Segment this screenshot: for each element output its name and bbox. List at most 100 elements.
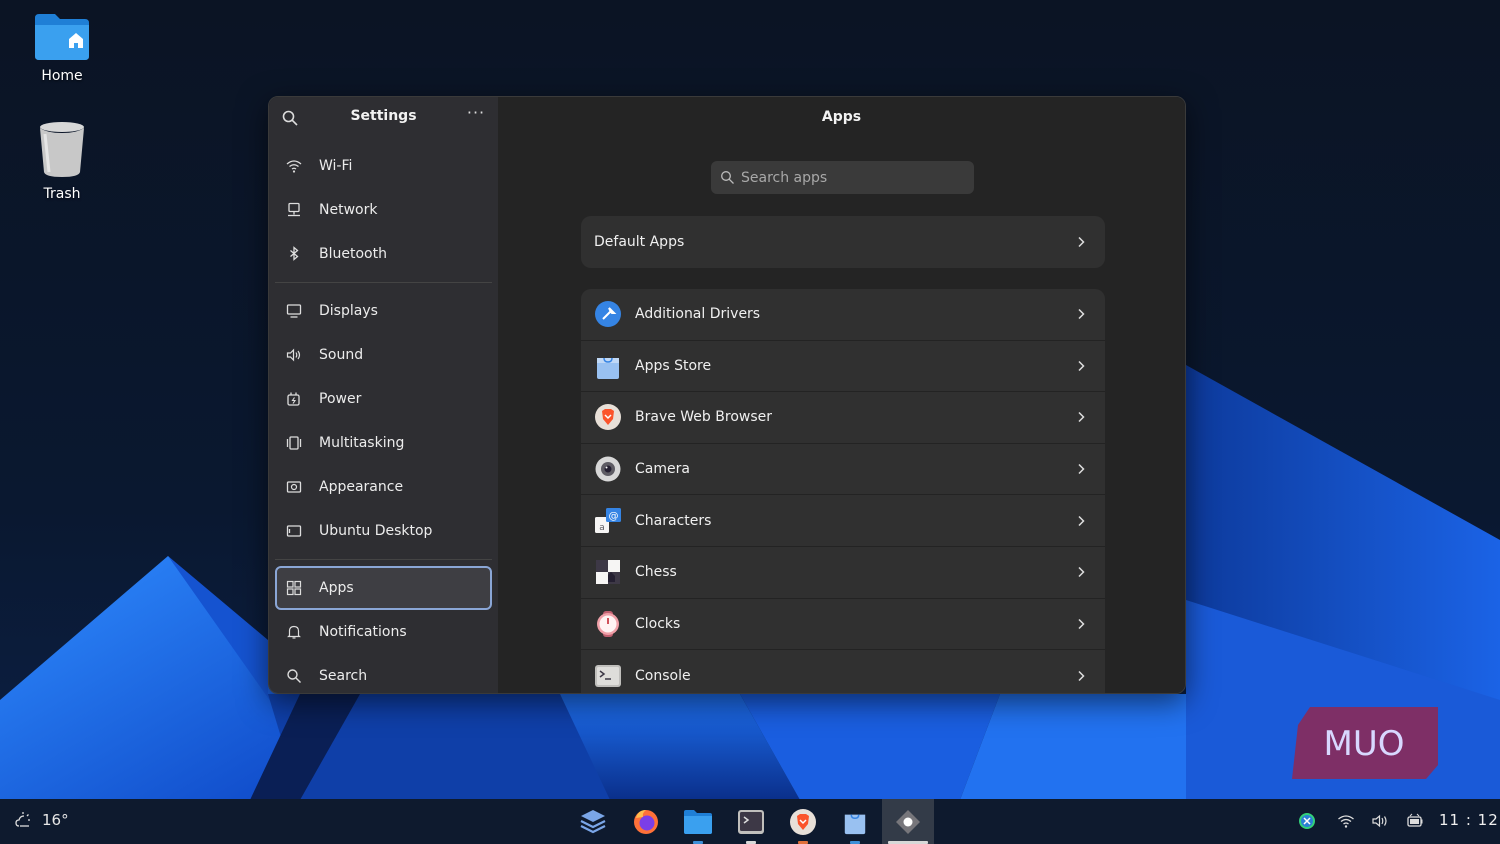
trash-icon	[40, 122, 84, 177]
desktop-icon-home[interactable]: Home	[17, 12, 107, 84]
ubuntu-desktop-icon	[286, 525, 302, 537]
sidebar-item-bluetooth[interactable]: Bluetooth	[275, 232, 492, 276]
row-label: Default Apps	[594, 233, 685, 250]
app-row-chess[interactable]: Chess	[581, 547, 1105, 599]
appearance-icon	[286, 481, 302, 493]
multitasking-icon	[286, 436, 302, 450]
files-icon	[684, 809, 712, 834]
muo-watermark-logo: MUO	[1292, 707, 1438, 779]
sidebar-item-label: Apps	[319, 580, 354, 596]
taskbar-app-files[interactable]	[672, 799, 724, 844]
taskbar-clock[interactable]: 11 : 12	[1439, 811, 1499, 829]
row-label: Characters	[635, 512, 712, 529]
desktop-icon-trash[interactable]: Trash	[17, 120, 107, 202]
sidebar-item-multitasking[interactable]: Multitasking	[275, 421, 492, 465]
chess-icon	[596, 560, 620, 585]
sidebar-item-label: Search	[319, 668, 368, 684]
chevron-right-icon	[1078, 309, 1085, 320]
sidebar-item-notifications[interactable]: Notifications	[275, 610, 492, 654]
firefox-icon	[634, 809, 658, 834]
row-label: Camera	[635, 461, 690, 478]
taskbar-app-layers[interactable]	[567, 799, 619, 844]
sidebar-item-power[interactable]: Power	[275, 377, 492, 421]
app-row-clocks[interactable]: Clocks	[581, 599, 1105, 651]
chevron-right-icon	[1078, 236, 1085, 247]
menu-icon[interactable]: ···	[466, 105, 486, 127]
taskbar-app-store[interactable]	[829, 799, 881, 844]
sidebar-item-label: Appearance	[319, 479, 404, 495]
sync-icon[interactable]	[1298, 812, 1316, 830]
sidebar-item-label: Multitasking	[319, 435, 405, 451]
svg-text:@: @	[609, 511, 619, 522]
desktop-icon-label: Home	[41, 68, 83, 84]
sidebar-item-ubuntu-desktop[interactable]: Ubuntu Desktop	[275, 509, 492, 553]
camera-icon	[595, 456, 621, 482]
network-icon	[288, 202, 300, 217]
default-apps-card: Default Apps	[581, 216, 1105, 268]
taskbar-app-settings[interactable]	[882, 799, 934, 844]
home-folder-icon	[35, 14, 89, 60]
weather-widget[interactable]: 16°	[14, 811, 69, 829]
sidebar-item-label: Power	[319, 391, 362, 407]
row-label: Chess	[635, 564, 677, 581]
sidebar-item-label: Bluetooth	[319, 246, 387, 262]
wifi-icon[interactable]	[1337, 812, 1355, 830]
sidebar-separator	[275, 559, 492, 560]
chevron-right-icon	[1078, 567, 1085, 578]
row-label: Clocks	[635, 615, 681, 632]
app-row-camera[interactable]: Camera	[581, 444, 1105, 496]
sidebar-item-label: Displays	[319, 303, 378, 319]
row-label: Console	[635, 667, 691, 684]
sidebar-item-wifi[interactable]: Wi-Fi	[275, 144, 492, 188]
sound-icon	[286, 348, 301, 362]
sidebar-item-network[interactable]: Network	[275, 188, 492, 232]
sidebar-item-apps[interactable]: Apps	[275, 566, 492, 610]
apps-list-card: Additional Drivers Apps Store Brave Web …	[581, 289, 1105, 693]
weather-icon	[15, 812, 30, 827]
chevron-right-icon	[1078, 464, 1085, 475]
sidebar-item-label: Network	[319, 202, 378, 218]
chevron-right-icon	[1078, 360, 1085, 371]
apps-store-icon	[597, 357, 619, 379]
row-label: Brave Web Browser	[635, 409, 772, 426]
power-icon	[287, 392, 300, 406]
app-row-console[interactable]: Console	[581, 650, 1105, 693]
sidebar-list: Wi-Fi Network Bluetooth Displays Sound P…	[275, 144, 492, 693]
taskbar: 16° 11 : 12	[0, 799, 1500, 844]
taskbar-app-firefox[interactable]	[620, 799, 672, 844]
console-icon	[595, 664, 621, 687]
row-label: Additional Drivers	[635, 306, 761, 323]
characters-icon: @a	[595, 507, 621, 533]
app-row-apps-store[interactable]: Apps Store	[581, 341, 1105, 393]
sidebar-item-appearance[interactable]: Appearance	[275, 465, 492, 509]
app-row-additional-drivers[interactable]: Additional Drivers	[581, 289, 1105, 341]
row-label: Apps Store	[635, 357, 712, 374]
clocks-icon	[597, 610, 619, 637]
default-apps-row[interactable]: Default Apps	[581, 216, 1105, 268]
brave-icon	[595, 404, 621, 431]
bluetooth-icon	[290, 246, 299, 261]
terminal-icon	[738, 809, 764, 834]
volume-icon[interactable]	[1371, 812, 1389, 830]
battery-icon[interactable]	[1406, 812, 1424, 830]
taskbar-app-brave[interactable]	[777, 799, 829, 844]
app-row-characters[interactable]: @ a Characters	[581, 495, 1105, 547]
search-icon	[287, 669, 301, 683]
sidebar-item-search[interactable]: Search	[275, 654, 492, 693]
search-apps-input[interactable]	[711, 161, 974, 194]
chevron-right-icon	[1078, 670, 1085, 681]
chevron-right-icon	[1078, 412, 1085, 423]
taskbar-app-terminal[interactable]	[725, 799, 777, 844]
sidebar-item-sound[interactable]: Sound	[275, 333, 492, 377]
main-pane: Apps Default Apps Additional Drivers	[498, 97, 1185, 693]
chevron-right-icon	[1078, 618, 1085, 629]
bell-icon	[287, 625, 301, 639]
settings-icon	[896, 809, 920, 834]
sidebar-item-label: Sound	[319, 347, 364, 363]
additional-drivers-icon	[595, 301, 621, 328]
app-row-brave[interactable]: Brave Web Browser	[581, 392, 1105, 444]
weather-temperature: 16°	[42, 811, 69, 829]
display-icon	[286, 304, 302, 318]
app-store-icon	[844, 814, 866, 834]
sidebar-item-displays[interactable]: Displays	[275, 289, 492, 333]
